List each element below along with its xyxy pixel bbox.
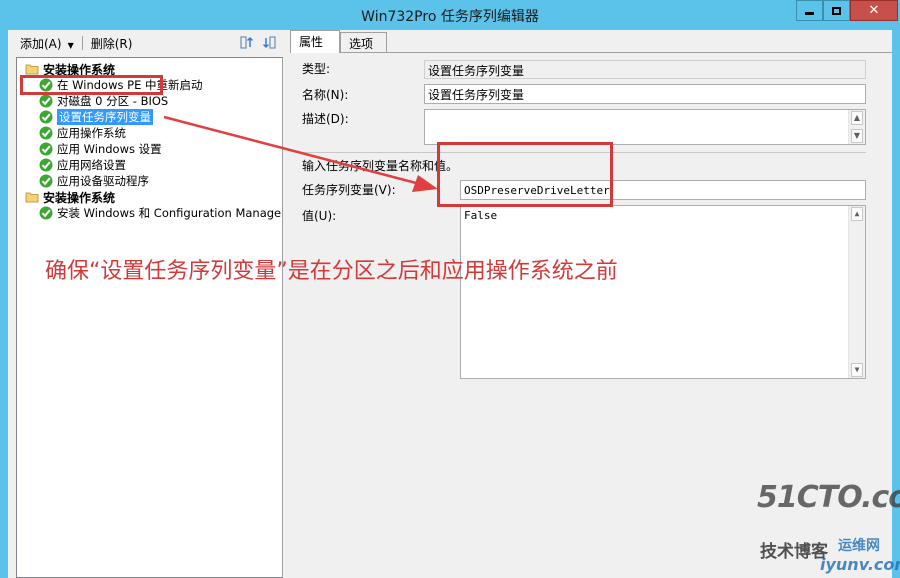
watermark-domain: iyunv.com bbox=[820, 555, 900, 574]
tab-properties[interactable]: 属性 bbox=[290, 30, 340, 53]
annotation-text: 确保“设置任务序列变量”是在分区之后和应用操作系统之前 bbox=[45, 259, 618, 284]
watermark-tag: 运维网 bbox=[838, 538, 880, 554]
watermark-site: 51CTO.com bbox=[757, 480, 900, 515]
watermark-slogan: 技术博客 bbox=[760, 542, 828, 562]
